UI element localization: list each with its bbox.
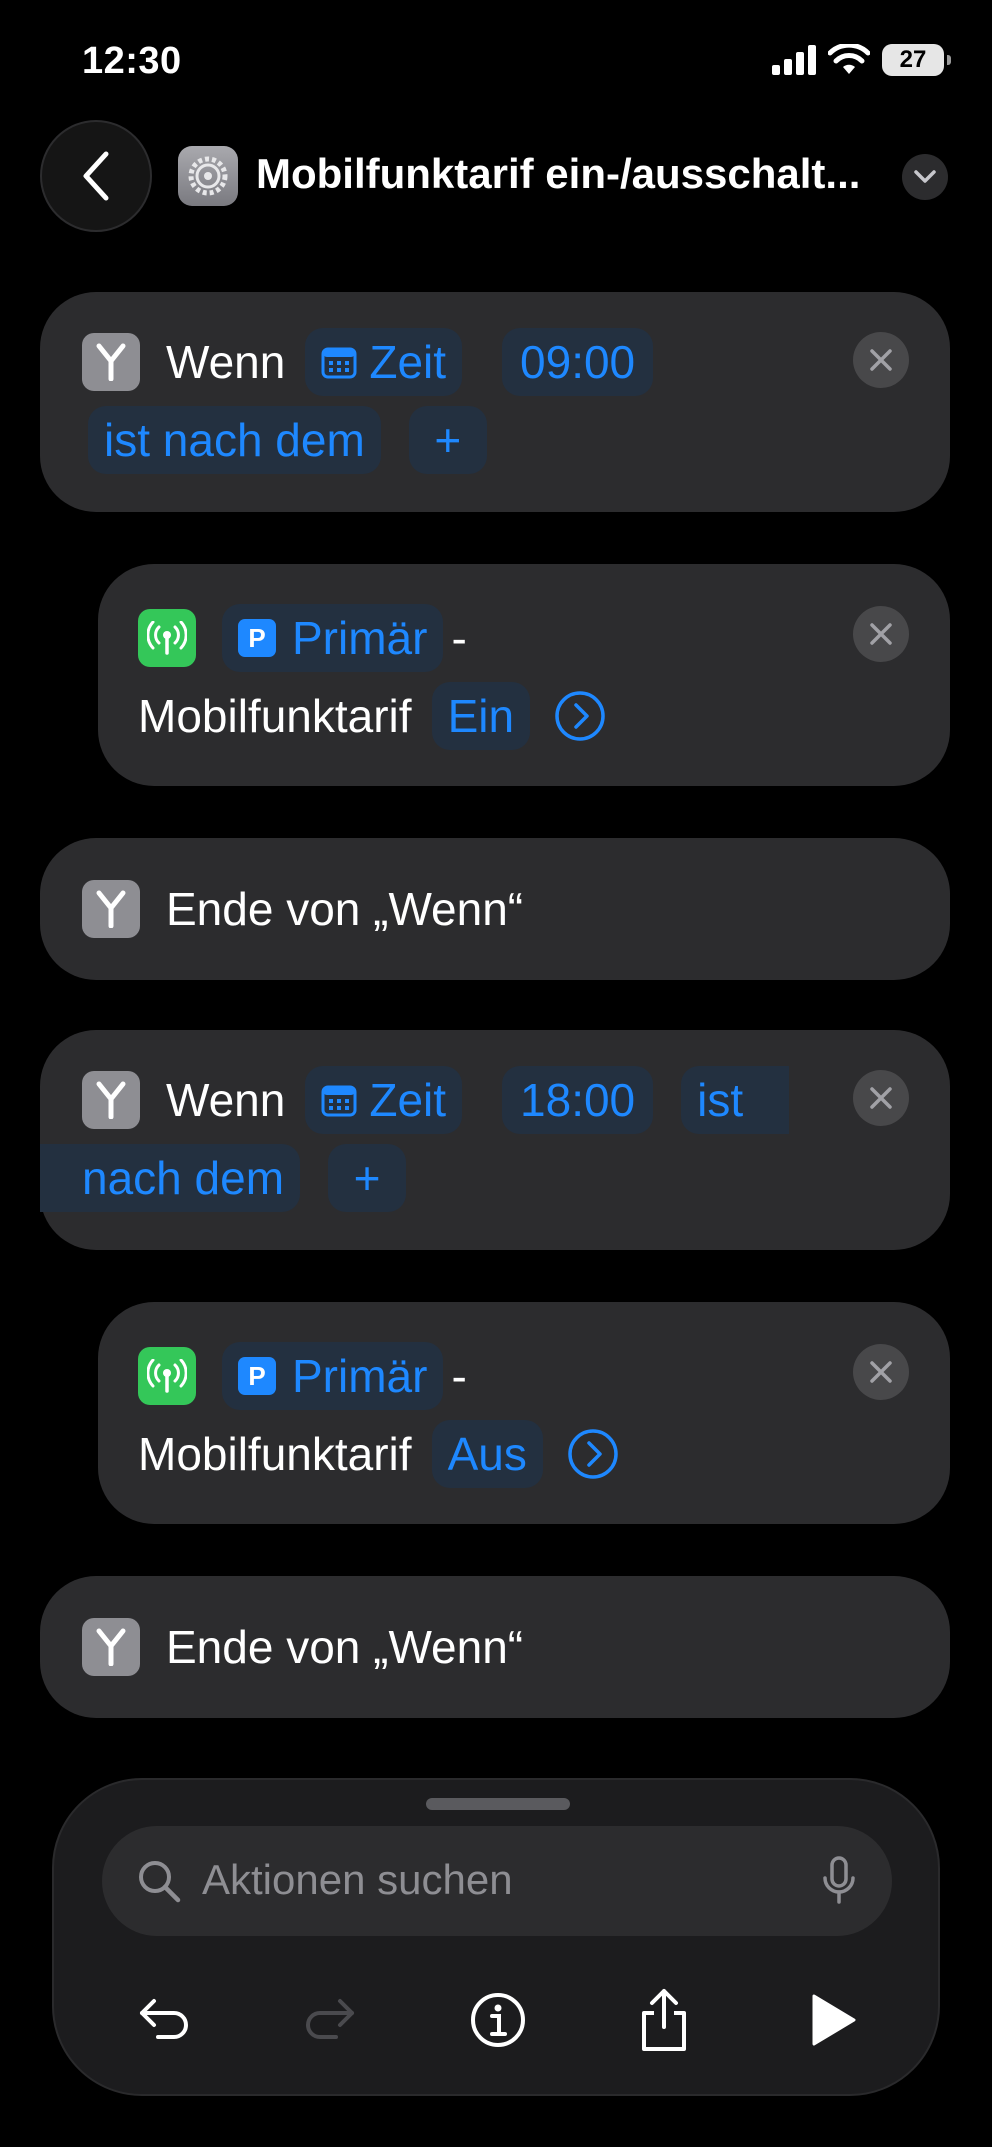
condition-chip-part-2[interactable]: nach dem xyxy=(40,1144,301,1212)
title-menu-button[interactable] xyxy=(902,154,948,200)
time-value-chip[interactable]: 09:00 xyxy=(502,328,654,396)
cellular-antenna-icon xyxy=(138,609,196,667)
variable-time-label: Zeit xyxy=(369,336,447,388)
status-bar: 12:30 27 xyxy=(0,0,992,120)
search-input[interactable] xyxy=(202,1852,762,1908)
separator-dash: - xyxy=(451,612,467,664)
battery-indicator: 27 xyxy=(882,44,951,76)
close-icon xyxy=(870,623,892,645)
undo-button[interactable] xyxy=(124,1980,204,2060)
plan-chip[interactable]: P Primär xyxy=(222,1342,444,1410)
action-2-line-1: P Primär - xyxy=(138,1342,467,1410)
calendar-icon xyxy=(321,1085,357,1117)
variable-time-label: Zeit xyxy=(369,1074,447,1126)
remove-action-button[interactable] xyxy=(853,1070,909,1126)
settings-gear-icon xyxy=(178,146,238,206)
chevron-left-icon xyxy=(83,151,109,201)
state-chip[interactable]: Ein xyxy=(431,682,531,750)
action-1-line-1: P Primär - xyxy=(138,604,467,672)
panel-grabber[interactable] xyxy=(426,1798,570,1810)
add-condition-button[interactable]: + xyxy=(328,1144,407,1212)
plan-badge-icon: P xyxy=(238,1357,276,1395)
branch-icon xyxy=(82,1618,140,1676)
share-button[interactable] xyxy=(624,1980,704,2060)
redo-button[interactable] xyxy=(290,1980,370,2060)
chevron-down-icon xyxy=(914,170,936,183)
close-icon xyxy=(870,1087,892,1109)
end-if-block-1[interactable]: Ende von „Wenn“ xyxy=(40,838,950,980)
end-if-block-2[interactable]: Ende von „Wenn“ xyxy=(40,1576,950,1718)
plan-chip[interactable]: P Primär xyxy=(222,604,444,672)
close-icon xyxy=(870,349,892,371)
if-block-2-line-2: nach dem + xyxy=(40,1144,407,1212)
branch-icon xyxy=(82,880,140,938)
separator-dash: - xyxy=(451,1350,467,1402)
battery-cap xyxy=(947,55,951,65)
cellular-signal-icon xyxy=(772,45,816,75)
chevron-right-circle-icon xyxy=(568,1429,618,1479)
expand-options-button[interactable] xyxy=(567,1428,619,1480)
play-icon xyxy=(812,1994,856,2046)
cellular-antenna-icon xyxy=(138,1347,196,1405)
remove-action-button[interactable] xyxy=(853,332,909,388)
end-if-2-line: Ende von „Wenn“ xyxy=(82,1618,523,1676)
remove-action-button[interactable] xyxy=(853,1344,909,1400)
info-button[interactable] xyxy=(458,1980,538,2060)
action-search-panel xyxy=(52,1778,940,2096)
calendar-icon xyxy=(321,347,357,379)
navigation-bar: Mobilfunktarif ein-/ausschalt... xyxy=(0,120,992,232)
if-block-1[interactable]: Wenn Zeit 09:00 ist nach dem + xyxy=(40,292,950,512)
if-keyword: Wenn xyxy=(166,1074,286,1126)
variable-time-chip[interactable]: Zeit xyxy=(305,328,463,396)
share-icon xyxy=(642,1989,686,2051)
remove-action-button[interactable] xyxy=(853,606,909,662)
branch-icon xyxy=(82,333,140,391)
condition-chip-part-1[interactable]: ist xyxy=(681,1066,790,1134)
cellular-plan-label: Mobilfunktarif xyxy=(138,1428,412,1480)
action-2-line-2: Mobilfunktarif Aus xyxy=(138,1420,619,1488)
battery-level: 27 xyxy=(899,46,927,73)
condition-chip[interactable]: ist nach dem xyxy=(88,406,381,474)
action-1-line-2: Mobilfunktarif Ein xyxy=(138,682,606,750)
undo-icon xyxy=(140,1999,188,2039)
redo-icon xyxy=(306,1999,354,2039)
chevron-right-circle-icon xyxy=(555,691,605,741)
close-icon xyxy=(870,1361,892,1383)
back-button[interactable] xyxy=(40,120,152,232)
cellular-plan-action-2[interactable]: P Primär - Mobilfunktarif Aus xyxy=(98,1302,950,1524)
expand-options-button[interactable] xyxy=(554,690,606,742)
if-keyword: Wenn xyxy=(166,336,286,388)
plan-label: Primär xyxy=(292,1350,428,1402)
end-if-label: Ende von „Wenn“ xyxy=(166,883,524,935)
wifi-icon xyxy=(828,44,870,74)
end-if-label: Ende von „Wenn“ xyxy=(166,1621,524,1673)
if-block-1-line-1: Wenn Zeit 09:00 xyxy=(82,328,654,396)
status-icons: 27 xyxy=(772,44,951,76)
if-block-1-line-2: ist nach dem + xyxy=(88,406,487,474)
add-condition-button[interactable]: + xyxy=(408,406,487,474)
plan-label: Primär xyxy=(292,612,428,664)
search-icon xyxy=(139,1861,181,1903)
microphone-icon[interactable] xyxy=(822,1856,856,1906)
info-icon xyxy=(471,1993,525,2047)
variable-time-chip[interactable]: Zeit xyxy=(305,1066,463,1134)
run-button[interactable] xyxy=(792,1980,872,2060)
cellular-plan-action-1[interactable]: P Primär - Mobilfunktarif Ein xyxy=(98,564,950,786)
if-block-2[interactable]: Wenn Zeit 18:00 ist nach dem + xyxy=(40,1030,950,1250)
search-field[interactable] xyxy=(102,1826,892,1936)
shortcut-title[interactable]: Mobilfunktarif ein-/ausschalt... xyxy=(256,150,896,198)
time-value-chip[interactable]: 18:00 xyxy=(502,1066,654,1134)
plan-badge-icon: P xyxy=(238,619,276,657)
end-if-1-line: Ende von „Wenn“ xyxy=(82,880,523,938)
if-block-2-line-1: Wenn Zeit 18:00 ist xyxy=(82,1066,790,1134)
cellular-plan-label: Mobilfunktarif xyxy=(138,690,412,742)
status-time: 12:30 xyxy=(82,40,182,82)
state-chip[interactable]: Aus xyxy=(431,1420,543,1488)
branch-icon xyxy=(82,1071,140,1129)
